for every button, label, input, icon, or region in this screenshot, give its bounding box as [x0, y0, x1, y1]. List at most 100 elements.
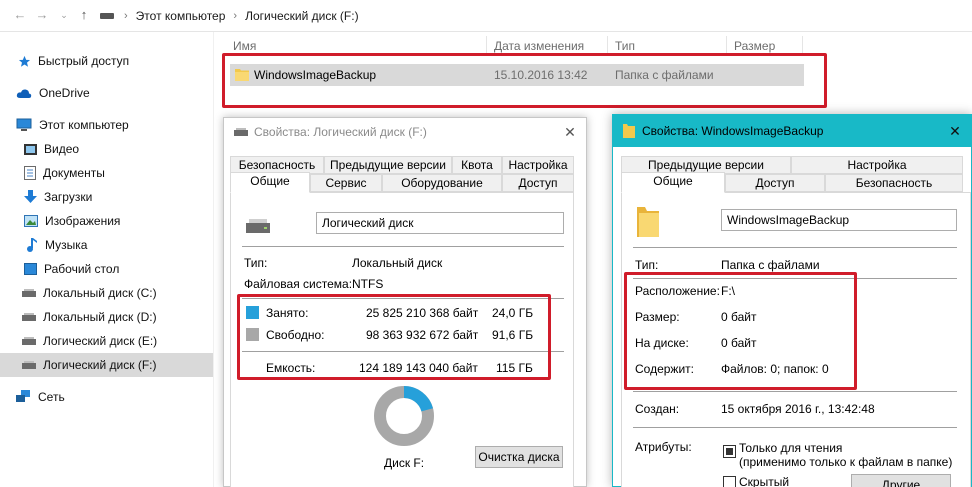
folder-icon — [623, 124, 635, 138]
dialog-title: Свойства: Логический диск (F:) — [254, 125, 427, 139]
readonly-label[interactable]: Только для чтения — [739, 441, 842, 455]
separator — [633, 427, 957, 428]
up-icon[interactable]: ↑ — [76, 7, 92, 23]
nav-item-network[interactable]: Сеть — [0, 385, 213, 409]
nav-label: Документы — [43, 166, 105, 180]
nav-label: Логический диск (E:) — [43, 334, 158, 348]
disk-cleanup-button[interactable]: Очистка диска — [475, 446, 563, 468]
nav-item-this-pc[interactable]: Этот компьютер — [0, 113, 213, 137]
document-icon — [24, 166, 36, 180]
separator — [242, 246, 564, 247]
nav-item-disk-c[interactable]: Локальный диск (C:) — [0, 281, 213, 305]
disk-properties-dialog: Свойства: Логический диск (F:) ✕ Безопас… — [223, 117, 587, 487]
nav-label: Логический диск (F:) — [43, 358, 157, 372]
separator — [242, 351, 564, 352]
file-row[interactable]: WindowsImageBackup 15.10.2016 13:42 Папк… — [230, 64, 804, 86]
tab-sharing[interactable]: Доступ — [502, 174, 574, 192]
tab-previous-versions[interactable]: Предыдущие версии — [324, 156, 452, 174]
nav-label: Локальный диск (C:) — [43, 286, 157, 300]
back-icon[interactable]: ← — [12, 7, 28, 23]
free-space-swatch — [246, 328, 259, 341]
column-size[interactable]: Размер — [734, 39, 775, 53]
contains-value: Файлов: 0; папок: 0 — [721, 362, 829, 376]
dialog-title: Свойства: WindowsImageBackup — [642, 124, 824, 138]
tab-general[interactable]: Общие — [230, 172, 310, 193]
column-date[interactable]: Дата изменения — [494, 39, 584, 53]
nav-item-onedrive[interactable]: OneDrive — [0, 81, 213, 105]
folder-icon — [235, 69, 249, 81]
hidden-label[interactable]: Скрытый — [739, 475, 789, 487]
contains-label: Содержит: — [635, 362, 694, 376]
file-name: WindowsImageBackup — [254, 68, 377, 82]
nav-item-downloads[interactable]: Загрузки — [0, 185, 213, 209]
separator — [242, 298, 564, 299]
nav-item-disk-e[interactable]: Логический диск (E:) — [0, 329, 213, 353]
readonly-checkbox[interactable] — [723, 445, 736, 458]
nav-item-music[interactable]: Музыка — [0, 233, 213, 257]
file-date: 15.10.2016 13:42 — [494, 68, 588, 82]
tab-hardware[interactable]: Оборудование — [382, 174, 502, 192]
drive-name-field[interactable]: Логический диск — [316, 212, 564, 234]
free-gb: 91,6 ГБ — [492, 328, 534, 342]
folder-name-field[interactable]: WindowsImageBackup — [721, 209, 957, 231]
disk-label: Диск F: — [384, 456, 425, 470]
nav-item-disk-d[interactable]: Локальный диск (D:) — [0, 305, 213, 329]
location-value: F:\ — [721, 284, 735, 298]
nav-item-video[interactable]: Видео — [0, 137, 213, 161]
separator — [633, 391, 957, 392]
navigation-pane: Быстрый доступ OneDrive Этот компьютер В… — [0, 32, 213, 487]
tab-customize[interactable]: Настройка — [502, 156, 574, 174]
tab-security[interactable]: Безопасность — [825, 174, 963, 192]
column-separator[interactable] — [486, 36, 487, 56]
filesystem-value: NTFS — [352, 277, 384, 291]
column-separator[interactable] — [802, 36, 803, 56]
tab-quota[interactable]: Квота — [452, 156, 502, 174]
tab-customize[interactable]: Настройка — [791, 156, 963, 174]
column-separator[interactable] — [607, 36, 608, 56]
capacity-gb: 115 ГБ — [496, 361, 533, 375]
separator — [633, 278, 957, 279]
separator — [633, 247, 957, 248]
tab-tools[interactable]: Сервис — [310, 174, 382, 192]
column-separator[interactable] — [726, 36, 727, 56]
drive-icon — [234, 128, 248, 136]
pane-divider[interactable] — [213, 32, 214, 487]
nav-item-desktop[interactable]: Рабочий стол — [0, 257, 213, 281]
free-bytes: 98 363 932 672 байт — [366, 328, 479, 342]
location-label: Расположение: — [635, 284, 720, 298]
free-label: Свободно: — [266, 328, 325, 342]
type-value: Локальный диск — [352, 256, 443, 270]
nav-item-disk-f[interactable]: Логический диск (F:) — [0, 353, 213, 377]
star-icon — [18, 55, 31, 67]
forward-icon[interactable]: → — [34, 7, 50, 23]
close-icon[interactable]: ✕ — [562, 124, 578, 140]
type-label: Тип: — [635, 258, 659, 272]
hard-drive-icon — [22, 289, 36, 297]
column-name[interactable]: Имя — [233, 39, 256, 53]
music-icon — [27, 238, 37, 252]
recent-dropdown-icon[interactable]: ⌄ — [56, 7, 72, 23]
type-value: Папка с файлами — [721, 258, 820, 272]
cloud-icon — [16, 88, 32, 98]
used-space-swatch — [246, 306, 259, 319]
chevron-right-icon[interactable]: › — [233, 10, 237, 22]
breadcrumb-this-pc[interactable]: Этот компьютер — [136, 9, 226, 23]
nav-label: Видео — [44, 142, 80, 156]
hidden-checkbox[interactable] — [723, 476, 736, 487]
hard-drive-icon — [22, 313, 36, 321]
close-icon[interactable]: ✕ — [947, 123, 963, 139]
created-label: Создан: — [635, 402, 680, 416]
tab-general[interactable]: Общие — [621, 172, 725, 193]
breadcrumb-disk-f[interactable]: Логический диск (F:) — [245, 9, 359, 23]
nav-item-images[interactable]: Изображения — [0, 209, 213, 233]
nav-label: Этот компьютер — [39, 118, 129, 132]
capacity-label: Емкость: — [266, 361, 316, 375]
column-type[interactable]: Тип — [615, 39, 635, 53]
nav-label: Загрузки — [44, 190, 93, 204]
nav-item-quick-access[interactable]: Быстрый доступ — [0, 49, 213, 73]
advanced-button[interactable]: Другие — [851, 474, 951, 487]
hard-drive-icon — [22, 361, 36, 369]
nav-item-documents[interactable]: Документы — [0, 161, 213, 185]
chevron-right-icon[interactable]: › — [124, 10, 128, 22]
tab-sharing[interactable]: Доступ — [725, 174, 825, 192]
